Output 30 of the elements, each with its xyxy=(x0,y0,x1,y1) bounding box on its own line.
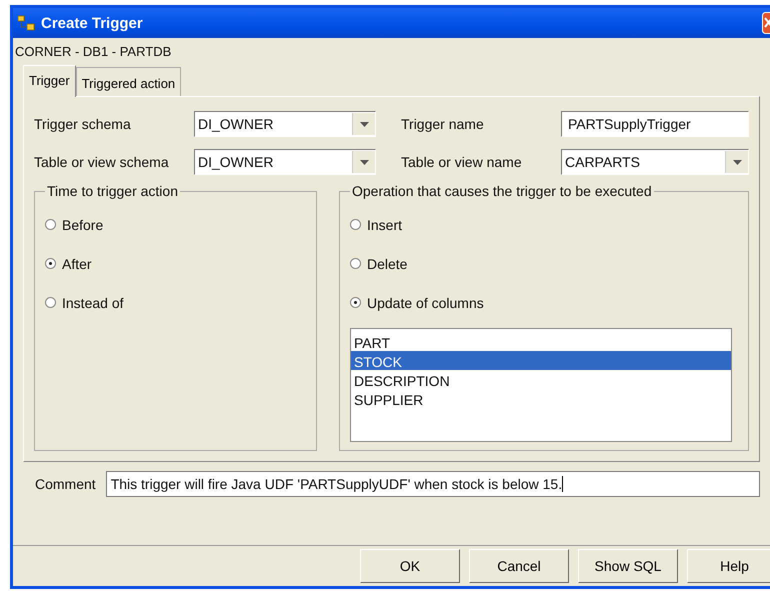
radio-option[interactable]: Delete xyxy=(350,244,738,283)
radio-option[interactable]: After xyxy=(45,244,306,283)
window-title: Create Trigger xyxy=(41,14,144,32)
dialog-button[interactable]: OK xyxy=(360,549,460,583)
field-label: Table or view schema xyxy=(34,154,170,170)
radio-option[interactable]: Insert xyxy=(350,205,738,244)
field-label: Comment xyxy=(35,476,96,492)
dialog-button[interactable]: Cancel xyxy=(469,549,569,583)
dialog-button[interactable]: Help xyxy=(687,549,770,583)
tab[interactable]: Trigger xyxy=(23,65,76,97)
list-item[interactable]: DESCRIPTION xyxy=(351,370,731,389)
list-item[interactable]: PART xyxy=(351,332,731,351)
comment-field[interactable]: This trigger will fire Java UDF 'PARTSupplyUDF' when stock is below 15. xyxy=(106,471,760,497)
field-label: Table or view name xyxy=(401,154,523,170)
list-item[interactable]: SUPPLIER xyxy=(351,389,731,408)
dropdown-field[interactable]: CARPARTS xyxy=(561,149,749,175)
field-label: Trigger schema xyxy=(34,116,132,132)
field-label: Trigger name xyxy=(401,116,485,132)
input-field[interactable]: PARTSupplyTrigger xyxy=(561,111,749,137)
radio-option[interactable]: Update of columns xyxy=(350,283,738,322)
dropdown-field[interactable]: DI_OWNER xyxy=(194,111,376,137)
tab[interactable]: Triggered action xyxy=(76,67,182,96)
radio-option[interactable]: Instead of xyxy=(45,283,306,322)
connection-path: CORNER - DB1 - PARTDB xyxy=(14,43,172,61)
dropdown-field[interactable]: DI_OWNER xyxy=(194,149,376,175)
dialog-button[interactable]: Show SQL xyxy=(578,549,678,583)
radio-option[interactable]: Before xyxy=(45,205,306,244)
group-title: Operation that causes the trigger to be executed xyxy=(351,183,653,199)
list-item[interactable]: STOCK xyxy=(351,351,731,370)
group-title: Time to trigger action xyxy=(46,183,179,199)
